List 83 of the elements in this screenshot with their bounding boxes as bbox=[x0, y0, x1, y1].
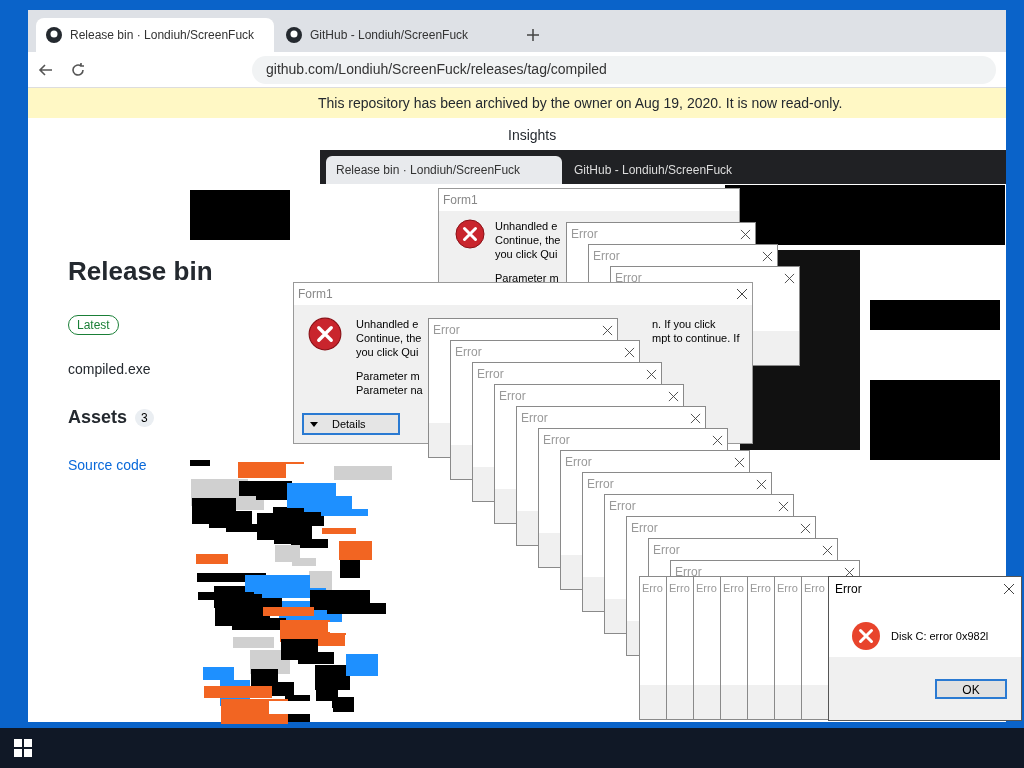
address-text: github.com/Londiuh/ScreenFuck/releases/tag/compiled bbox=[266, 60, 607, 79]
tab-title: Release bin · Londiuh/ScreenFuck bbox=[336, 162, 521, 179]
new-tab-icon[interactable] bbox=[526, 28, 540, 42]
reload-icon[interactable] bbox=[70, 61, 86, 78]
browser-tab[interactable]: Release bin · Londiuh/ScreenFuck bbox=[326, 156, 562, 184]
window-title: Error bbox=[631, 520, 658, 537]
window-title: Form1 bbox=[439, 189, 739, 211]
error-icon bbox=[851, 621, 881, 651]
window-title: Error bbox=[565, 454, 592, 471]
browser-tab[interactable]: GitHub - Londiuh/ScreenFuck bbox=[276, 18, 514, 52]
tab-title: Release bin · Londiuh/ScreenFuck bbox=[70, 27, 255, 44]
window-title: Error bbox=[835, 581, 862, 598]
close-icon[interactable] bbox=[1003, 583, 1015, 595]
assets-heading: Assets bbox=[68, 406, 128, 429]
message-text: Parameter m bbox=[356, 369, 420, 383]
message-text: Continue, the bbox=[495, 233, 561, 247]
window-title: Error bbox=[477, 366, 504, 383]
message-text: mpt to continue. If bbox=[652, 331, 740, 345]
close-icon[interactable] bbox=[734, 456, 745, 468]
window-title: Error bbox=[521, 410, 548, 427]
window-title: Error bbox=[615, 270, 642, 287]
window-title: Erro bbox=[803, 581, 825, 596]
address-bar[interactable]: github.com/Londiuh/ScreenFuck/releases/tag/compiled bbox=[252, 55, 996, 84]
caret-icon bbox=[310, 421, 318, 427]
window-title: Erro bbox=[695, 581, 717, 596]
window-title: Erro bbox=[749, 581, 771, 596]
window-title: Error bbox=[593, 248, 620, 265]
ok-button[interactable]: OK bbox=[935, 678, 1007, 699]
window-title: Error bbox=[433, 322, 460, 339]
close-icon[interactable] bbox=[778, 500, 789, 512]
release-title: Release bin bbox=[68, 255, 213, 288]
github-logo-icon bbox=[46, 27, 62, 43]
close-icon[interactable] bbox=[736, 288, 748, 300]
window-title: Error bbox=[653, 542, 680, 559]
close-icon[interactable] bbox=[646, 368, 657, 380]
tab-title: GitHub - Londiuh/ScreenFuck bbox=[310, 27, 469, 44]
github-logo-icon bbox=[286, 27, 302, 43]
close-icon[interactable] bbox=[690, 412, 701, 424]
window-title: Erro bbox=[722, 581, 744, 596]
close-icon[interactable] bbox=[800, 522, 811, 534]
error-message: Disk C: error 0x982l bbox=[891, 628, 989, 644]
close-icon[interactable] bbox=[602, 324, 613, 336]
message-text: Continue, the bbox=[356, 331, 422, 345]
message-text: Parameter na bbox=[356, 383, 423, 397]
close-icon[interactable] bbox=[668, 390, 679, 402]
message-text: Unhandled e bbox=[356, 317, 419, 331]
message-text: you click Qui bbox=[495, 247, 558, 261]
error-icon bbox=[308, 317, 342, 351]
close-icon[interactable] bbox=[712, 434, 723, 446]
assets-count: 3 bbox=[135, 408, 154, 427]
window-title: Error bbox=[675, 564, 702, 581]
window-title: Error bbox=[499, 388, 526, 405]
tab-title: GitHub - Londiuh/ScreenFuck bbox=[574, 162, 733, 179]
details-button[interactable]: Details bbox=[302, 413, 400, 435]
window-title: Erro bbox=[776, 581, 798, 596]
window-title: Error bbox=[543, 432, 570, 449]
window-title: Erro bbox=[668, 581, 690, 596]
banner-text: This repository has been archived by the owner on Aug 19, 2020. It is now read-only. bbox=[318, 93, 843, 113]
source-code-link[interactable]: Source code bbox=[68, 455, 147, 476]
windows-logo-icon[interactable] bbox=[14, 739, 32, 757]
window-title: Error bbox=[587, 476, 614, 493]
close-icon[interactable] bbox=[784, 272, 795, 284]
window-title: Error bbox=[455, 344, 482, 361]
close-icon[interactable] bbox=[822, 544, 833, 556]
close-icon[interactable] bbox=[844, 566, 855, 578]
message-text: Unhandled e bbox=[495, 219, 558, 233]
window-title: Error bbox=[571, 226, 598, 243]
back-icon[interactable] bbox=[38, 61, 54, 78]
close-icon[interactable] bbox=[624, 346, 635, 358]
window-title: Error bbox=[609, 498, 636, 515]
repo-nav-link[interactable]: Insights bbox=[508, 124, 557, 146]
window-title: Form1 bbox=[298, 286, 333, 303]
error-icon bbox=[455, 219, 485, 249]
browser-tab[interactable]: Release bin · Londiuh/ScreenFuck bbox=[36, 18, 274, 52]
window-title: Erro bbox=[641, 581, 663, 596]
close-icon[interactable] bbox=[740, 228, 751, 240]
message-text: you click Qui bbox=[356, 345, 419, 359]
close-icon[interactable] bbox=[756, 478, 767, 490]
asset-name: compiled.exe bbox=[68, 360, 151, 379]
message-text: Parameter m bbox=[495, 271, 559, 285]
close-icon[interactable] bbox=[762, 250, 773, 262]
message-text: n. If you click bbox=[652, 317, 717, 331]
browser-tab[interactable]: GitHub - Londiuh/ScreenFuck bbox=[564, 156, 800, 184]
